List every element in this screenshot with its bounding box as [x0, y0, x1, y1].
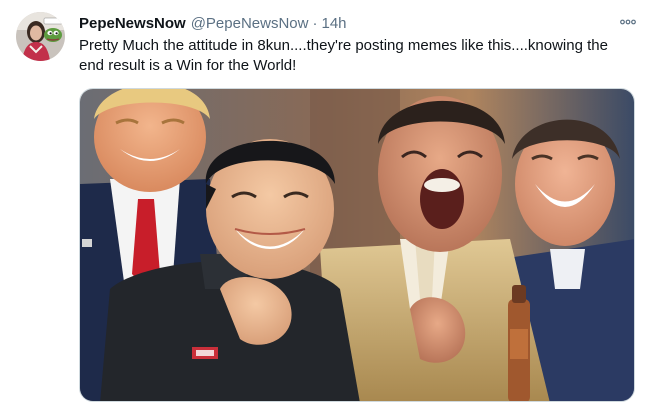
more-dots-glyph	[620, 19, 636, 25]
tweet-header: PepeNewsNow @PepeNewsNow · 14h	[79, 13, 631, 33]
meme-photo	[80, 89, 634, 401]
tweet-media-image[interactable]	[79, 88, 635, 402]
avatar[interactable]	[16, 12, 65, 61]
separator-dot: ·	[312, 14, 318, 32]
timestamp[interactable]: 14h	[321, 15, 346, 32]
more-horizontal-icon[interactable]	[617, 14, 639, 30]
display-name[interactable]: PepeNewsNow	[79, 15, 186, 32]
tweet-text: Pretty Much the attitude in 8kun....they…	[79, 37, 608, 74]
tweet[interactable]: PepeNewsNow @PepeNewsNow · 14h Pretty Mu…	[0, 0, 647, 412]
avatar-image	[16, 12, 65, 61]
user-handle[interactable]: @PepeNewsNow	[191, 15, 309, 32]
